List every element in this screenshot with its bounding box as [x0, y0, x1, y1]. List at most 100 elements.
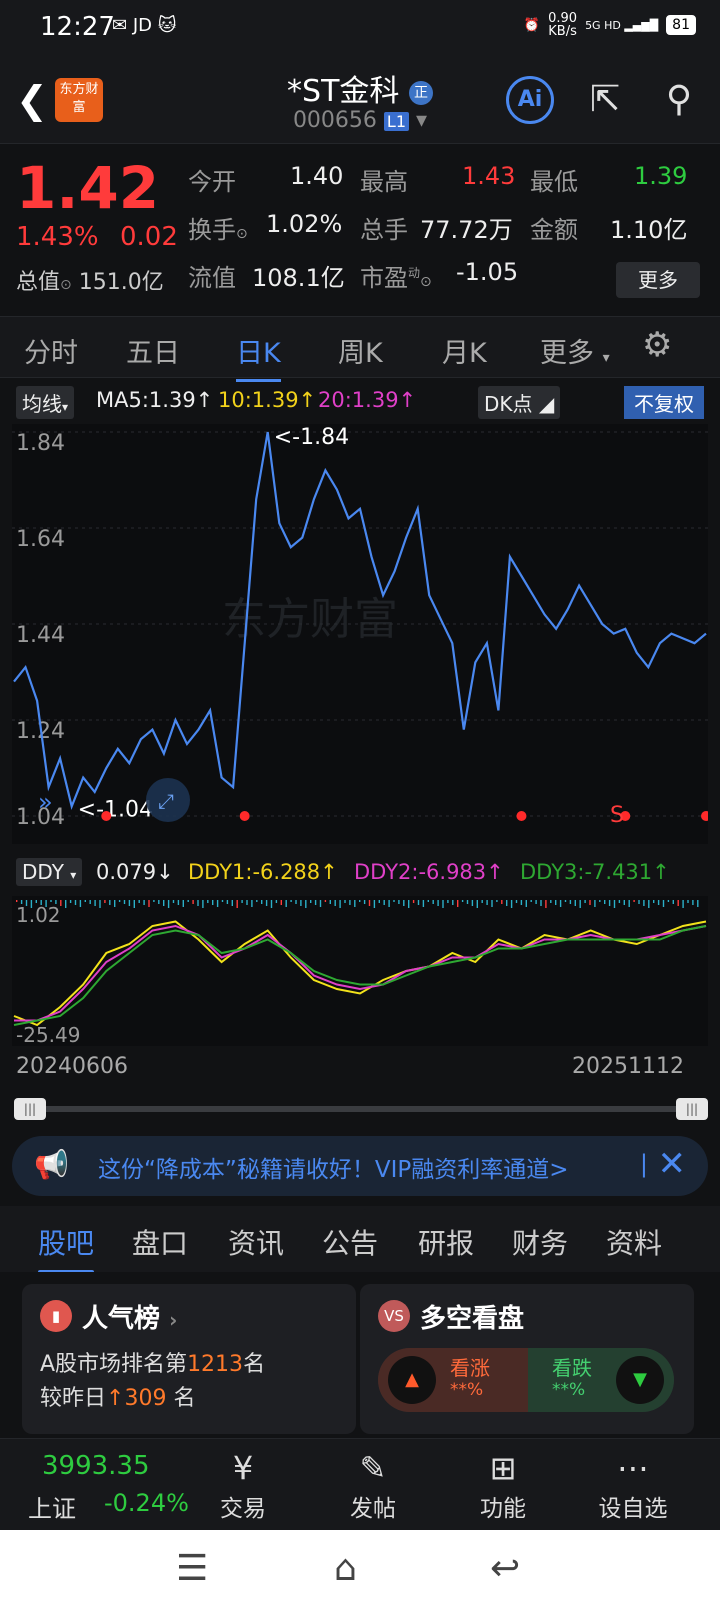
- ddy-bar: [422, 900, 425, 907]
- adjust-button[interactable]: 不复权: [624, 386, 704, 419]
- slider-handle-right[interactable]: |||: [676, 1098, 708, 1120]
- header: ❮ 东方财富 *ST金科 正 000656 L1 ▾ Ai ⇱ ⚲: [0, 58, 720, 144]
- slider-track[interactable]: [24, 1106, 698, 1112]
- vote-down-button[interactable]: 看跌 **% ▼: [528, 1348, 674, 1412]
- ddy-bar: [324, 900, 327, 902]
- index-change[interactable]: -0.24%: [104, 1489, 189, 1517]
- tab-pankou[interactable]: 盘口: [132, 1222, 188, 1262]
- tab-news[interactable]: 资讯: [228, 1222, 284, 1262]
- ddy-bar: [65, 900, 67, 908]
- ddy-bar: [138, 900, 140, 903]
- delta-line: 较昨日↑309 名: [40, 1386, 196, 1411]
- search-icon[interactable]: ⚲: [656, 77, 702, 123]
- tab-finance[interactable]: 财务: [512, 1222, 568, 1262]
- ddy-bar: [378, 900, 380, 903]
- ddy-bar: [692, 900, 694, 905]
- ddy-bar: [265, 900, 268, 906]
- tab-announcements[interactable]: 公告: [322, 1222, 378, 1262]
- amount-value: 1.10亿: [610, 216, 688, 244]
- ddy-bar: [363, 900, 366, 904]
- ddy-bar: [368, 900, 371, 906]
- ddy-bar: [545, 900, 547, 908]
- ddy-bar: [491, 900, 493, 907]
- nav-trade[interactable]: ¥ 交易: [193, 1447, 293, 1523]
- pct-change: 1.43%: [16, 222, 99, 252]
- ddy-bar: [373, 900, 376, 908]
- price-chart[interactable]: 东方财富 1.841.641.441.241.04 <-1.84 <-1.04 …: [12, 424, 708, 844]
- ai-button[interactable]: Ai: [506, 76, 554, 124]
- slider-handle-left[interactable]: |||: [14, 1098, 46, 1120]
- tab-guba[interactable]: 股吧: [38, 1222, 95, 1274]
- index-name[interactable]: 上证: [28, 1489, 76, 1524]
- ddy-bar: [579, 900, 581, 908]
- ddy-bar: [638, 900, 640, 904]
- ddy-bar: [506, 900, 508, 906]
- ddy-bar: [300, 900, 302, 906]
- index-value[interactable]: 3993.35: [42, 1451, 150, 1481]
- tab-daily-k[interactable]: 日K: [236, 331, 281, 382]
- ddy-bar: [172, 900, 175, 903]
- ddy-bar: [677, 900, 679, 906]
- ddy-bar: [216, 900, 219, 907]
- ddy-bar: [559, 900, 562, 907]
- ddy-bar: [437, 900, 439, 906]
- divider: |: [639, 1150, 648, 1178]
- chart-bars-icon: ▮: [40, 1300, 72, 1332]
- close-icon[interactable]: ✕: [658, 1144, 687, 1184]
- ddy-bar: [109, 900, 111, 905]
- tab-five-day[interactable]: 五日: [126, 331, 180, 370]
- ddy-bar: [114, 900, 116, 907]
- ddy-bar: [226, 900, 229, 904]
- popularity-card[interactable]: ▮ 人气榜 › A股市场排名第1213名 较昨日↑309 名: [22, 1284, 356, 1434]
- promo-text[interactable]: 这份“降成本”秘籍请收好！VIP融资利率通道>: [98, 1150, 569, 1184]
- nav-post[interactable]: ✎ 发帖: [323, 1447, 423, 1523]
- menu-icon[interactable]: ☰: [176, 1548, 208, 1589]
- tab-weekly-k[interactable]: 周K: [338, 331, 383, 370]
- dk-point-button[interactable]: DK点 ◢: [478, 386, 561, 419]
- settings-icon[interactable]: ⚙: [642, 325, 672, 365]
- range-slider[interactable]: ||| |||: [14, 1098, 708, 1120]
- ddy-bar: [618, 900, 621, 903]
- ddy-bar: [525, 900, 527, 907]
- more-button[interactable]: 更多: [616, 262, 700, 298]
- tab-monthly-k[interactable]: 月K: [442, 331, 487, 370]
- tab-intraday[interactable]: 分时: [24, 331, 78, 370]
- sell-signal-label: S: [610, 803, 624, 828]
- nav-watchlist[interactable]: ⋯ 设自选: [583, 1447, 683, 1523]
- ddy-bar: [270, 900, 273, 908]
- share-icon[interactable]: ⇱: [582, 77, 628, 123]
- ddy-bar: [476, 900, 478, 908]
- ddy-bar: [187, 900, 189, 902]
- ddy-bar: [251, 900, 253, 907]
- nav-functions[interactable]: ⊞ 功能: [453, 1447, 553, 1523]
- ddy-bar: [520, 900, 523, 905]
- ddy-bar: [202, 900, 204, 908]
- ddy-indicator-select[interactable]: DDY ▾: [16, 858, 83, 886]
- ddy-bar: [295, 900, 297, 904]
- arrow-up-icon: ▲: [388, 1356, 436, 1404]
- vote-up-button[interactable]: ▲ 看涨 **%: [378, 1348, 528, 1412]
- ddy-chart[interactable]: 1.02 -25.49: [12, 896, 708, 1046]
- ddy-bar: [310, 900, 312, 903]
- tab-more[interactable]: 更多 ▾: [540, 331, 610, 370]
- ddy-bar: [569, 900, 572, 904]
- promo-banner[interactable]: 📢 这份“降成本”秘籍请收好！VIP融资利率通道> | ✕: [12, 1136, 708, 1196]
- ddy-bar: [393, 900, 395, 902]
- content-tabs: 股吧 盘口 资讯 公告 研报 财务 资料: [0, 1206, 720, 1274]
- ddy-bar: [481, 900, 483, 903]
- ddy-bar: [515, 900, 518, 903]
- ddy-bar: [613, 900, 616, 908]
- ddy-bar: [290, 900, 292, 902]
- tab-profile[interactable]: 资料: [606, 1222, 662, 1262]
- ddy-bar: [349, 900, 351, 905]
- max-price-label: <-1.84: [274, 425, 349, 450]
- tab-research[interactable]: 研报: [418, 1222, 474, 1262]
- ddy-bar: [261, 900, 263, 904]
- home-icon[interactable]: ⌂: [334, 1548, 357, 1589]
- ddy-bar: [246, 900, 248, 905]
- indicator-select[interactable]: 均线▾: [16, 386, 75, 419]
- back-nav-icon[interactable]: ↩: [490, 1548, 520, 1589]
- ddy-bar: [158, 900, 160, 904]
- ddy-bar: [550, 900, 552, 903]
- ddy-bar: [74, 900, 77, 905]
